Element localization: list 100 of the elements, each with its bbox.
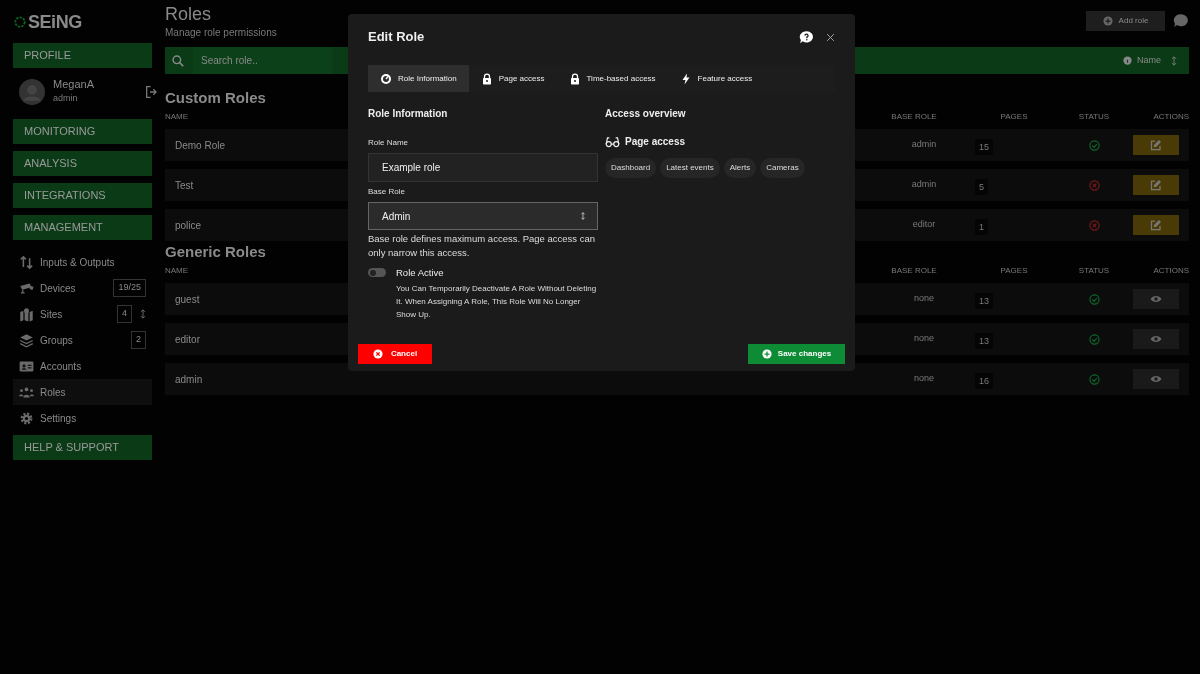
pages-count: 16 xyxy=(975,373,993,389)
tab[interactable]: Time-based access xyxy=(556,65,668,92)
close-icon[interactable] xyxy=(826,32,835,42)
page-title: Roles xyxy=(165,5,212,23)
pages-count: 13 xyxy=(975,293,993,309)
base-role: none xyxy=(914,332,934,346)
column-header: BASE ROLE xyxy=(891,265,937,277)
tab[interactable]: Page access xyxy=(468,65,557,92)
nav-section[interactable]: MONITORING xyxy=(13,119,152,144)
role-name: editor xyxy=(175,332,200,347)
layers-icon xyxy=(19,332,34,348)
brand-logo: SEiNG xyxy=(28,13,82,31)
gauge-icon xyxy=(380,72,392,85)
map-icon xyxy=(19,306,34,322)
toggle-switch[interactable] xyxy=(368,268,386,277)
column-header: NAME xyxy=(165,111,189,123)
nav-item[interactable]: Inputs & Outputs xyxy=(13,249,152,275)
column-header: STATUS xyxy=(1078,111,1110,123)
role-name: guest xyxy=(175,292,200,307)
view-button[interactable] xyxy=(1133,289,1179,309)
section-title: Role Information xyxy=(368,107,448,121)
nav-item[interactable]: Roles xyxy=(13,379,152,405)
sort-dropdown[interactable]: Name xyxy=(1137,53,1161,68)
plus-icon xyxy=(1102,16,1113,26)
edit-button[interactable] xyxy=(1133,135,1179,155)
add-role-button[interactable]: Add role xyxy=(1086,11,1165,31)
eye-icon xyxy=(1150,373,1162,385)
nav-item[interactable]: Accounts xyxy=(13,353,152,379)
base-role: admin xyxy=(911,138,937,152)
toggle-label: Role Active xyxy=(396,266,444,280)
user-name: MeganA xyxy=(53,78,94,93)
lock-icon xyxy=(480,72,493,85)
field-label: Base Role xyxy=(368,186,405,198)
pages-count: 13 xyxy=(975,333,993,349)
lock-icon xyxy=(568,72,581,85)
nav-section[interactable]: ANALYSIS xyxy=(13,151,152,176)
section-title: Access overview xyxy=(605,107,686,121)
dialog-title: Edit Role xyxy=(368,28,425,47)
sort-icon xyxy=(579,212,587,220)
logo-icon xyxy=(13,15,27,29)
column-header: STATUS xyxy=(1078,265,1110,277)
edit-icon xyxy=(1150,139,1162,151)
eye-icon xyxy=(1150,293,1162,305)
count-badge: 2 xyxy=(131,331,146,349)
tab[interactable]: Role Information xyxy=(368,65,469,92)
view-button[interactable] xyxy=(1133,369,1179,389)
search-field[interactable]: Search role.. xyxy=(193,47,333,74)
eye-icon xyxy=(1150,333,1162,345)
section-title: Generic Roles xyxy=(165,242,266,261)
page-subtitle: Manage role permissions xyxy=(165,26,277,40)
column-header: NAME xyxy=(165,265,189,277)
field-label: Role Name xyxy=(368,137,408,149)
pages-count: 15 xyxy=(975,139,993,155)
nav-section[interactable]: INTEGRATIONS xyxy=(13,183,152,208)
edit-button[interactable] xyxy=(1133,175,1179,195)
x-circle-icon xyxy=(372,349,383,359)
edit-icon xyxy=(1150,219,1162,231)
tab[interactable]: Feature access xyxy=(667,65,765,92)
arrows-icon xyxy=(19,254,34,270)
role-name-field[interactable]: Example role xyxy=(368,153,598,182)
count-badge: 19/25 xyxy=(113,279,146,297)
page-chip: Dashboard xyxy=(605,158,657,178)
cancel-button[interactable]: Cancel xyxy=(358,344,432,364)
nav-section[interactable]: PROFILE xyxy=(13,43,152,68)
column-header: BASE ROLE xyxy=(891,111,937,123)
section-title: Custom Roles xyxy=(165,88,266,107)
role-name: Test xyxy=(175,178,194,193)
plus-icon xyxy=(761,349,772,359)
nav-item[interactable]: Devices 19/25 xyxy=(13,275,152,301)
edit-icon xyxy=(1150,179,1162,191)
avatar xyxy=(19,79,45,105)
count-badge: 4 xyxy=(117,305,132,323)
column-header: ACTIONS xyxy=(1153,265,1189,277)
view-button[interactable] xyxy=(1133,329,1179,349)
base-role: none xyxy=(914,292,934,306)
column-header: PAGES xyxy=(1000,111,1028,123)
sort-icon xyxy=(1169,55,1179,66)
hint-text: You Can Temporarily Deactivate A Role Without Deleting It. When Assigning A Role, This Role Will No Longer Show Up. xyxy=(396,283,598,322)
search-icon xyxy=(171,53,185,68)
base-role-select[interactable]: Admin xyxy=(368,202,598,230)
base-role: admin xyxy=(911,178,937,192)
settings-icon xyxy=(19,410,34,426)
nav-section[interactable]: HELP & SUPPORT xyxy=(13,435,152,460)
page-chip: Latest events xyxy=(660,158,720,178)
glasses-icon xyxy=(605,134,620,149)
subsection-title: Page access xyxy=(625,135,686,149)
nav-item[interactable]: Settings xyxy=(13,405,152,431)
pages-count: 5 xyxy=(975,179,988,195)
page-chip: Alerts xyxy=(723,158,757,178)
nav-item[interactable]: Sites 4 xyxy=(13,301,152,327)
save-button[interactable]: Save changes xyxy=(748,344,845,364)
nav-section[interactable]: MANAGEMENT xyxy=(13,215,152,240)
column-header: PAGES xyxy=(1000,265,1028,277)
role-name: admin xyxy=(175,372,203,387)
user-role: admin xyxy=(53,92,78,106)
nav-item[interactable]: Groups 2 xyxy=(13,327,152,353)
column-header: ACTIONS xyxy=(1153,111,1189,123)
role-name: Demo Role xyxy=(175,138,226,153)
edit-button[interactable] xyxy=(1133,215,1179,235)
role-name: police xyxy=(175,218,202,233)
